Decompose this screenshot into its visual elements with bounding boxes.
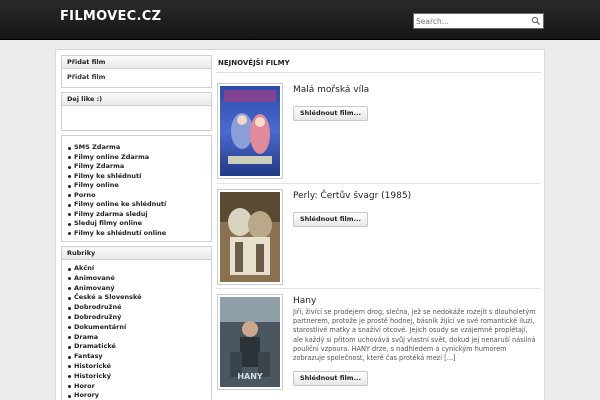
site-header: FILMOVEC.CZ (0, 0, 600, 40)
main-wrapper: Přidat film Přidat film Dej like :) SMS … (55, 49, 545, 400)
film-title[interactable]: Malá mořská víla (293, 85, 369, 95)
sidebar-link[interactable]: Filmy online ke shlédnutí (67, 200, 206, 210)
widget-links: SMS Zdarma Filmy online Zdarma Filmy Zda… (61, 135, 212, 242)
search-input[interactable] (416, 15, 528, 27)
category-link[interactable]: Dobrodružný (67, 313, 206, 323)
widget-title: Dej like :) (62, 93, 211, 106)
category-link[interactable]: Drama (67, 333, 206, 343)
sidebar-link[interactable]: Filmy Zdarma (67, 162, 206, 172)
sidebar-link[interactable]: Porno (67, 191, 206, 201)
site-logo[interactable]: FILMOVEC.CZ (60, 9, 161, 24)
like-box (62, 106, 211, 130)
widget-like: Dej like :) (61, 92, 212, 131)
category-link[interactable]: Dokumentární (67, 323, 206, 333)
sidebar-link[interactable]: Filmy online (67, 181, 206, 191)
sidebar-link[interactable]: Filmy ke shlédnutí online (67, 229, 206, 239)
category-link[interactable]: Animovaný (67, 284, 206, 294)
widget-title: Přidat film (62, 56, 211, 69)
sidebar-link[interactable]: Filmy online Zdarma (67, 153, 206, 163)
film-poster[interactable] (217, 189, 283, 285)
section-title: NEJNOVĚJŠÍ FILMY (216, 56, 541, 73)
film-list: NEJNOVĚJŠÍ FILMY Malá mořská víla Shlédn… (216, 56, 541, 390)
category-link[interactable]: Horor (67, 382, 206, 392)
search-icon[interactable] (531, 16, 541, 26)
film-description: Jiří, živící se prodejem drog, slečna, j… (293, 308, 536, 363)
category-link[interactable]: Dobrodružné (67, 303, 206, 313)
film-item: Malá mořská víla Shlédnout film... (216, 77, 541, 181)
poster-image (220, 192, 280, 282)
category-link[interactable]: Fantasy (67, 352, 206, 362)
film-item: HANY Hany Jiří, živící se prodejem drog,… (216, 288, 541, 400)
widget-title: Rubriky (62, 247, 211, 260)
sidebar-link[interactable]: Sleduj filmy online (67, 219, 206, 229)
film-item: Perly: Čertův švagr (1985) Shlédnout fil… (216, 183, 541, 287)
film-poster[interactable]: HANY (217, 294, 283, 390)
widget-add-film: Přidat film Přidat film (61, 55, 212, 88)
category-link[interactable]: Dramatické (67, 342, 206, 352)
category-link[interactable]: České a Slovenské (67, 293, 206, 303)
category-link[interactable]: Animované (67, 274, 206, 284)
film-poster[interactable] (217, 83, 283, 179)
category-link[interactable]: Akční (67, 264, 206, 274)
add-film-link[interactable]: Přidat film (62, 69, 211, 87)
svg-text:HANY: HANY (237, 372, 263, 381)
sidebar-link[interactable]: Filmy ke shlédnutí (67, 172, 206, 182)
poster-image: HANY (220, 297, 280, 387)
sidebar-link[interactable]: SMS Zdarma (67, 143, 206, 153)
watch-film-button[interactable]: Shlédnout film... (293, 371, 368, 386)
category-list: Akční Animované Animovaný České a Sloven… (62, 260, 211, 400)
search-box (413, 13, 544, 29)
watch-film-button[interactable]: Shlédnout film... (293, 212, 368, 227)
category-link[interactable]: Horory (67, 391, 206, 400)
watch-film-button[interactable]: Shlédnout film... (293, 106, 368, 121)
category-link[interactable]: Historický (67, 372, 206, 382)
poster-image (220, 86, 280, 176)
links-list: SMS Zdarma Filmy online Zdarma Filmy Zda… (62, 136, 211, 241)
sidebar: Přidat film Přidat film Dej like :) SMS … (61, 55, 212, 400)
film-title[interactable]: Perly: Čertův švagr (1985) (293, 191, 411, 201)
film-title[interactable]: Hany (293, 296, 316, 306)
category-link[interactable]: Historické (67, 362, 206, 372)
sidebar-link[interactable]: Filmy zdarma sleduj (67, 210, 206, 220)
widget-categories: Rubriky Akční Animované Animovaný České … (61, 246, 212, 400)
